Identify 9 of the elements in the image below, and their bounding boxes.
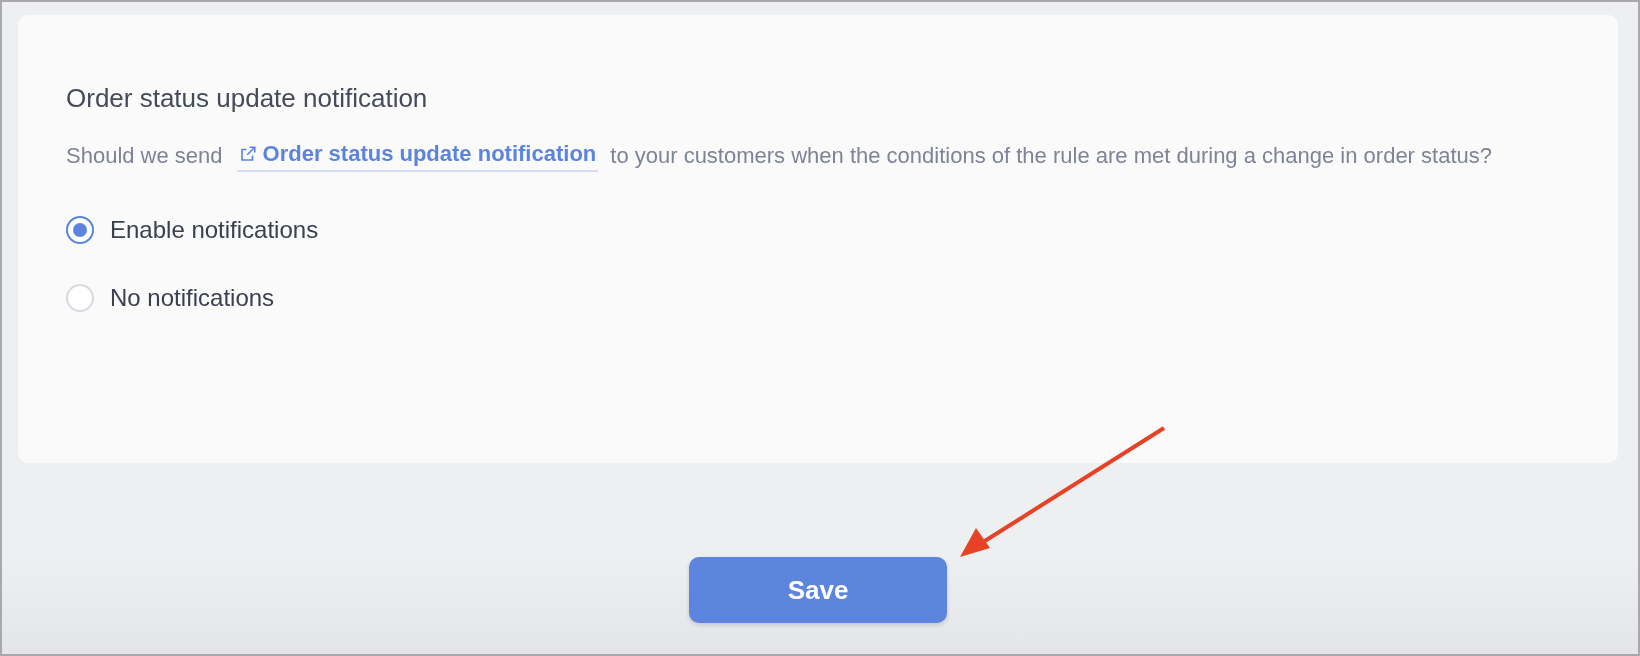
external-link-icon xyxy=(238,145,257,163)
option-label: No notifications xyxy=(110,284,275,312)
radio-option[interactable]: Enable notifications xyxy=(66,216,1570,244)
description-text: Should we send Order status update notification to your customers when the conditions of the rule are met during a change in order status? xyxy=(66,132,1546,180)
radio-option[interactable]: No notifications xyxy=(66,284,1570,312)
section-title: Order status update notification xyxy=(66,83,429,114)
radio-button[interactable] xyxy=(66,216,94,244)
save-button[interactable]: Save xyxy=(689,557,947,623)
option-label: Enable notifications xyxy=(110,216,319,244)
